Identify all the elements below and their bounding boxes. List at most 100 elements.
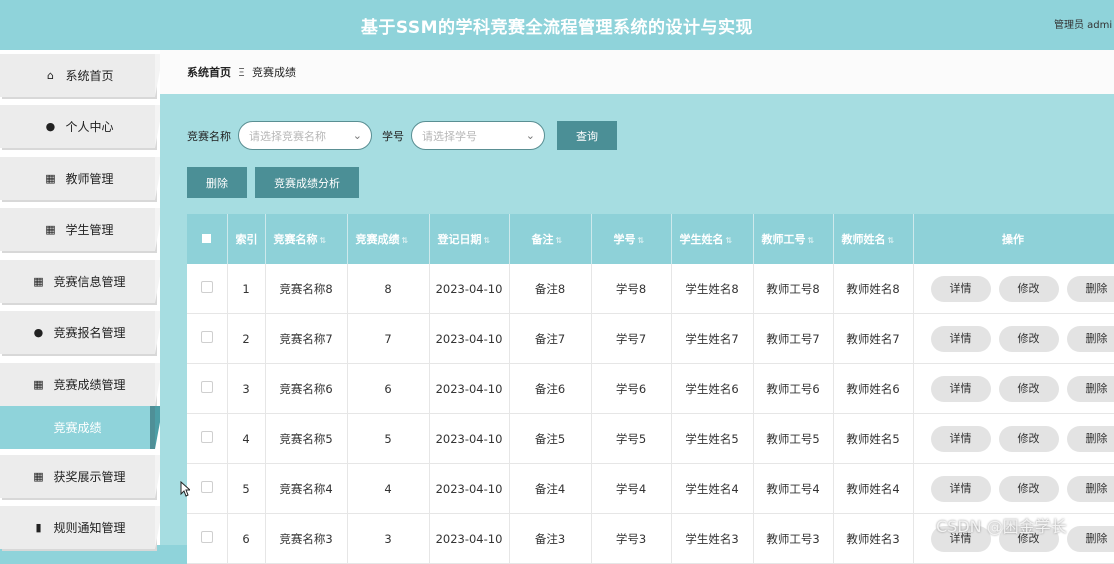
edit-button[interactable]: 修改 [999, 326, 1059, 352]
sort-icon: ⇅ [484, 236, 491, 245]
cell-competition-name: 竞赛名称7 [265, 314, 347, 364]
cell-student-name: 学生姓名6 [671, 364, 753, 414]
cell-index: 3 [227, 364, 265, 414]
sidebar-item-students[interactable]: ▦ 学生管理 [0, 208, 155, 251]
sidebar-item-label: 竞赛成绩 [53, 419, 101, 436]
row-checkbox[interactable] [187, 414, 227, 464]
breadcrumb: 系统首页 Ξ 竞赛成绩 [160, 50, 1114, 94]
sidebar-item-scores-management[interactable]: ▦ 竞赛成绩管理 [0, 363, 155, 406]
table-row: 3 竞赛名称6 6 2023-04-10 备注6 学号6 学生姓名6 教师工号6… [187, 364, 1114, 414]
cell-score: 4 [347, 464, 429, 514]
person-icon: ● [41, 120, 59, 133]
row-checkbox[interactable] [187, 364, 227, 414]
delete-button[interactable]: 删除 [1067, 426, 1114, 452]
column-header[interactable]: 竞赛成绩⇅ [347, 214, 429, 264]
sidebar-item-home[interactable]: ⌂ 系统首页 [0, 54, 155, 97]
student-id-placeholder: 请选择学号 [422, 128, 477, 144]
student-id-label: 学号 [382, 128, 404, 144]
detail-button[interactable]: 详情 [931, 326, 991, 352]
delete-button[interactable]: 删除 [1067, 476, 1114, 502]
breadcrumb-home[interactable]: 系统首页 [187, 64, 231, 80]
row-checkbox[interactable] [187, 264, 227, 314]
detail-button[interactable]: 详情 [931, 376, 991, 402]
column-header[interactable]: 学生姓名⇅ [671, 214, 753, 264]
main-content: 系统首页 Ξ 竞赛成绩 竞赛名称 请选择竞赛名称 ⌄ 学号 请选择学号 ⌄ 查询… [160, 50, 1114, 545]
sort-icon: ⇅ [320, 236, 327, 245]
column-header: 索引 [227, 214, 265, 264]
row-checkbox[interactable] [187, 314, 227, 364]
mouse-cursor-icon [180, 481, 190, 497]
sidebar-item-label: 系统首页 [65, 67, 113, 84]
cell-index: 6 [227, 514, 265, 564]
app-header: 基于SSM的学科竞赛全流程管理系统的设计与实现 管理员 admi [0, 0, 1114, 51]
breadcrumb-current: 竞赛成绩 [252, 64, 296, 80]
sidebar-item-teachers[interactable]: ▦ 教师管理 [0, 157, 155, 200]
edit-button[interactable]: 修改 [999, 376, 1059, 402]
cell-competition-name: 竞赛名称4 [265, 464, 347, 514]
sort-icon: ⇅ [808, 236, 815, 245]
sidebar-item-label: 个人中心 [65, 118, 113, 135]
column-header[interactable]: 教师姓名⇅ [833, 214, 913, 264]
column-header[interactable]: 教师工号⇅ [753, 214, 833, 264]
home-icon: ⌂ [41, 69, 59, 82]
edit-button[interactable]: 修改 [999, 276, 1059, 302]
cell-competition-name: 竞赛名称3 [265, 514, 347, 564]
column-header[interactable]: 备注⇅ [509, 214, 591, 264]
column-header[interactable]: 学号⇅ [591, 214, 671, 264]
edit-button[interactable]: 修改 [999, 476, 1059, 502]
sidebar-item-registration[interactable]: ● 竞赛报名管理 [0, 311, 155, 354]
select-all-checkbox[interactable] [187, 214, 227, 264]
cell-student-id: 学号3 [591, 514, 671, 564]
score-analysis-button[interactable]: 竞赛成绩分析 [255, 167, 359, 198]
batch-delete-button[interactable]: 删除 [187, 167, 247, 198]
breadcrumb-separator: Ξ [238, 66, 245, 79]
sidebar-item-label: 竞赛成绩管理 [53, 376, 125, 393]
grid-icon: ▦ [41, 223, 59, 236]
sidebar-item-label: 竞赛报名管理 [53, 324, 125, 341]
cell-teacher-name: 教师姓名6 [833, 364, 913, 414]
grid-icon: ▦ [41, 172, 59, 185]
sidebar-item-awards[interactable]: ▦ 获奖展示管理 [0, 455, 155, 498]
sort-icon: ⇅ [888, 236, 895, 245]
cell-teacher-name: 教师姓名8 [833, 264, 913, 314]
cell-date: 2023-04-10 [429, 414, 509, 464]
cell-remark: 备注4 [509, 464, 591, 514]
cell-actions: 详情修改删除 [913, 464, 1114, 514]
cell-score: 5 [347, 414, 429, 464]
delete-button[interactable]: 删除 [1067, 376, 1114, 402]
cell-teacher-id: 教师工号5 [753, 414, 833, 464]
cell-date: 2023-04-10 [429, 314, 509, 364]
column-header[interactable]: 登记日期⇅ [429, 214, 509, 264]
row-checkbox[interactable] [187, 464, 227, 514]
cell-actions: 详情修改删除 [913, 264, 1114, 314]
column-header: 操作 [913, 214, 1114, 264]
table-row: 5 竞赛名称4 4 2023-04-10 备注4 学号4 学生姓名4 教师工号4… [187, 464, 1114, 514]
competition-name-label: 竞赛名称 [187, 128, 231, 144]
delete-button[interactable]: 删除 [1067, 326, 1114, 352]
sidebar-item-label: 学生管理 [65, 221, 113, 238]
delete-button[interactable]: 删除 [1067, 526, 1114, 552]
cell-index: 1 [227, 264, 265, 314]
cell-student-name: 学生姓名3 [671, 514, 753, 564]
delete-button[interactable]: 删除 [1067, 276, 1114, 302]
edit-button[interactable]: 修改 [999, 426, 1059, 452]
detail-button[interactable]: 详情 [931, 476, 991, 502]
column-header[interactable]: 竞赛名称⇅ [265, 214, 347, 264]
search-button[interactable]: 查询 [557, 121, 617, 150]
student-id-select[interactable]: 请选择学号 ⌄ [411, 121, 545, 150]
cell-teacher-name: 教师姓名3 [833, 514, 913, 564]
sidebar-item-profile[interactable]: ● 个人中心 [0, 105, 155, 148]
current-user[interactable]: 管理员 admi [1054, 16, 1114, 31]
detail-button[interactable]: 详情 [931, 276, 991, 302]
sidebar-item-competition-info[interactable]: ▦ 竞赛信息管理 [0, 260, 155, 303]
cell-date: 2023-04-10 [429, 464, 509, 514]
competition-name-select[interactable]: 请选择竞赛名称 ⌄ [238, 121, 372, 150]
table-row: 1 竞赛名称8 8 2023-04-10 备注8 学号8 学生姓名8 教师工号8… [187, 264, 1114, 314]
chevron-down-icon: ⌄ [353, 129, 362, 142]
sidebar-subitem-scores[interactable]: 竞赛成绩 [0, 406, 155, 449]
sidebar-item-label: 获奖展示管理 [53, 468, 125, 485]
cell-student-id: 学号5 [591, 414, 671, 464]
sidebar-item-notices[interactable]: ▮ 规则通知管理 [0, 506, 155, 549]
detail-button[interactable]: 详情 [931, 426, 991, 452]
row-checkbox[interactable] [187, 514, 227, 564]
